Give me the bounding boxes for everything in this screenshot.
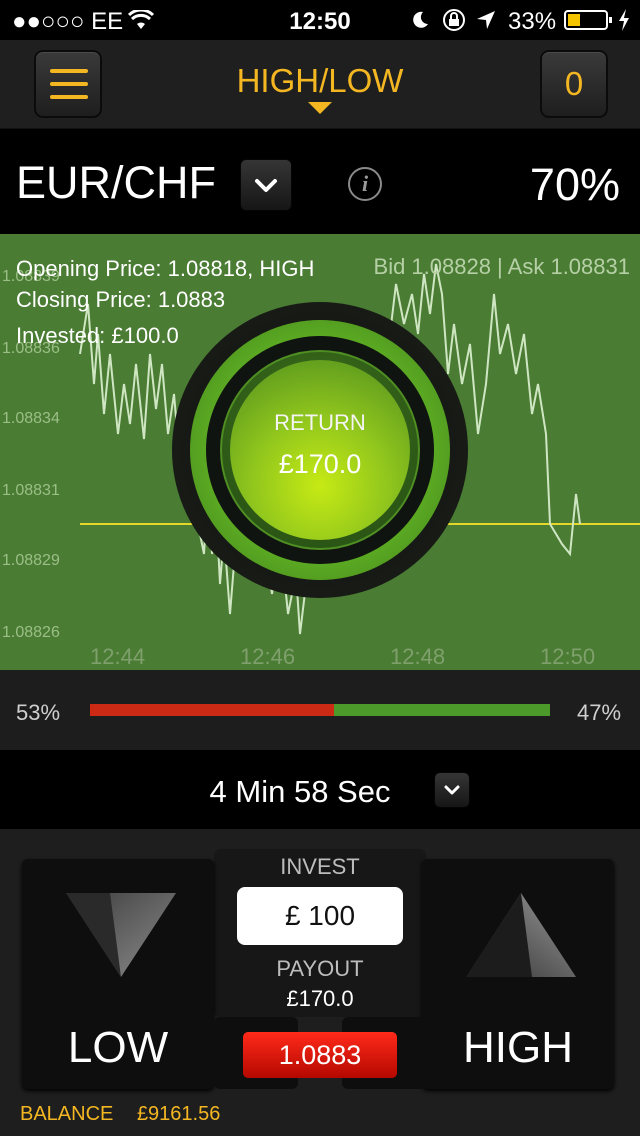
down-triangle-icon	[66, 893, 176, 977]
high-sentiment-pct: 47%	[577, 700, 622, 725]
asset-name[interactable]: EUR/CHF	[16, 157, 216, 209]
x-tick-label: 12:50	[540, 644, 596, 669]
payout-value: £170.0	[286, 986, 354, 1011]
opening-price: Opening Price: 1.08818, HIGH	[16, 256, 315, 281]
return-dial: RETURN £170.0	[172, 302, 468, 598]
info-icon[interactable]: i	[348, 167, 382, 201]
invested-amount: Invested: £100.0	[16, 323, 179, 348]
battery-percent: 33%	[508, 8, 557, 35]
invest-amount-input[interactable]: £ 100	[237, 887, 403, 945]
sentiment-bar-high	[334, 704, 550, 716]
trader-sentiment: 53% 47%	[0, 670, 640, 750]
high-label: HIGH	[463, 1023, 573, 1072]
charging-bolt-icon	[619, 9, 629, 31]
low-label: LOW	[67, 1023, 169, 1072]
moon-icon	[413, 11, 428, 28]
asset-bar: EUR/CHF i 70%	[0, 129, 640, 233]
return-label: RETURN	[274, 410, 366, 435]
nav-bar: HIGH/LOW 0	[0, 40, 640, 129]
battery-icon	[564, 10, 612, 30]
low-sentiment-pct: 53%	[16, 700, 61, 725]
payout-percentage: 70%	[529, 159, 620, 210]
x-tick-label: 12:44	[90, 644, 146, 669]
balance: BALANCE £9161.56	[20, 1103, 220, 1126]
return-value: £170.0	[278, 449, 362, 479]
sentiment-bar	[90, 704, 550, 716]
up-triangle-icon	[466, 893, 576, 977]
x-tick-label: 12:46	[240, 644, 296, 669]
trade-panel: LOW HIGH INVEST £ 100 PAYOUT £170.0 1.08…	[0, 829, 640, 1136]
expiry-countdown: 4 Min 58 Sec	[209, 774, 391, 809]
rotation-lock-icon	[443, 9, 465, 31]
x-tick-label: 12:48	[390, 644, 446, 669]
asset-dropdown-button[interactable]	[240, 159, 292, 211]
chevron-down-icon	[444, 785, 460, 795]
price-chart: 1.08839 1.08836 1.08834 1.08831 1.08829 …	[0, 234, 640, 670]
location-arrow-icon	[477, 11, 495, 29]
expiry-timer-bar: 4 Min 58 Sec	[0, 750, 640, 828]
status-bar: ●●○○○ EE 12:50 33%	[0, 0, 640, 40]
open-trades-counter-button[interactable]: 0	[540, 50, 608, 118]
title-dropdown-caret-icon[interactable]	[308, 102, 332, 114]
invest-label: INVEST	[280, 854, 360, 879]
balance-value: £9161.56	[136, 1103, 221, 1125]
closing-price: Closing Price: 1.0883	[16, 287, 226, 312]
expiry-dropdown-button[interactable]	[434, 772, 470, 808]
balance-label: BALANCE	[20, 1103, 114, 1125]
chevron-down-icon	[255, 179, 277, 192]
low-button[interactable]: LOW	[22, 859, 214, 1089]
sentiment-bar-low	[90, 704, 334, 716]
high-button[interactable]: HIGH	[422, 859, 614, 1089]
bid-ask: Bid 1.08828 | Ask 1.08831	[373, 254, 630, 279]
current-price-tag: 1.0883	[243, 1032, 397, 1078]
payout-label: PAYOUT	[276, 956, 364, 981]
